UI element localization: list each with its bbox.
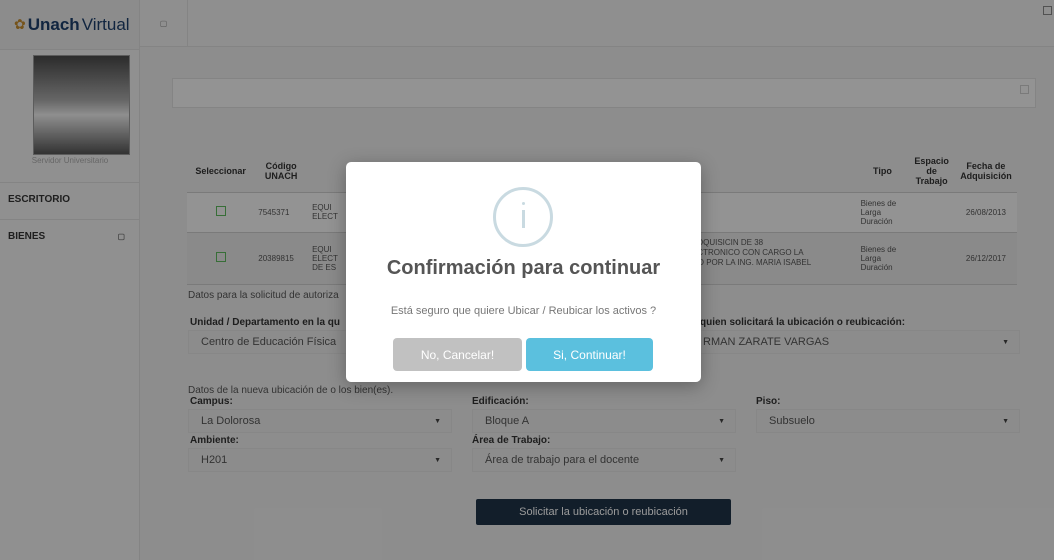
dialog-title: Confirmación para continuar: [386, 257, 661, 279]
cancel-button[interactable]: No, Cancelar!: [393, 338, 522, 371]
confirmation-dialog: Confirmación para continuar Está seguro …: [346, 162, 701, 382]
confirm-button[interactable]: Si, Continuar!: [526, 338, 653, 371]
info-icon: [493, 187, 553, 247]
info-icon-dot: [522, 202, 525, 205]
dialog-message: Está seguro que quiere Ubicar / Reubicar…: [390, 305, 657, 317]
info-icon-bar: [522, 210, 525, 228]
